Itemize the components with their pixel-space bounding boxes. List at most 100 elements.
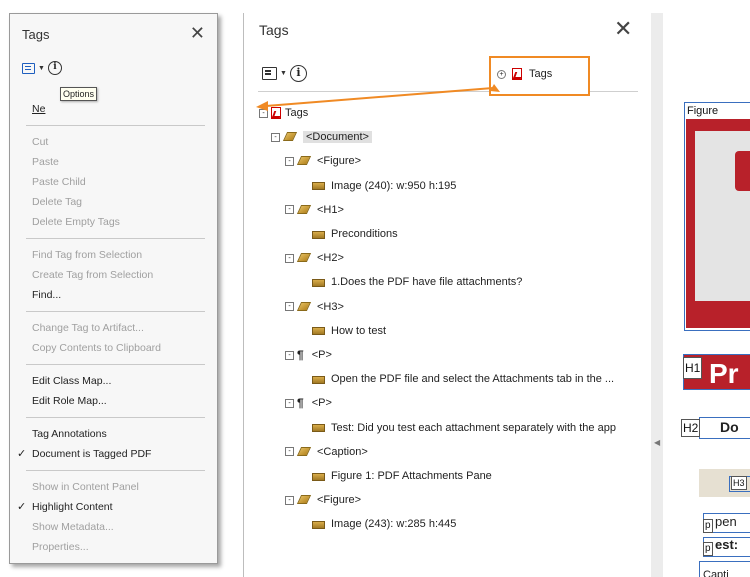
tree-tag-node[interactable]: - <Figure> (285, 151, 361, 171)
menu-item-delete-empty-tags: Delete Empty Tags (10, 212, 217, 232)
menu-item-edit-role-map[interactable]: Edit Role Map... (10, 391, 217, 411)
tree-tag-node[interactable]: - <H1> (285, 200, 344, 220)
content-box-icon (311, 180, 326, 191)
menu-item-label: Paste (32, 156, 59, 168)
tree-node-label: 1.Does the PDF have file attachments? (331, 276, 523, 289)
tree-tag-node[interactable]: - ¶ <P> (285, 393, 332, 413)
tree-content-item[interactable]: Preconditions (311, 224, 398, 244)
figure-tag-box: Figure (684, 102, 750, 331)
tree-content-item[interactable]: 1.Does the PDF have file attachments? (311, 272, 522, 292)
menu-item-label: Find... (32, 289, 62, 301)
tree-tag-node[interactable]: - <H3> (285, 297, 344, 317)
collapse-icon[interactable]: - (285, 205, 294, 215)
tag-icon (297, 495, 312, 505)
options-menu-icon[interactable] (22, 62, 35, 74)
panel-title: Tags (259, 22, 289, 38)
tree-content-item[interactable]: Figure 1: PDF Attachments Pane (311, 466, 492, 486)
menu-item-cut: Cut (10, 132, 217, 152)
menu-item-find[interactable]: Find... (10, 285, 217, 305)
options-tooltip: Options (60, 87, 98, 101)
tag-icon (297, 302, 312, 312)
menu-item-edit-class-map[interactable]: Edit Class Map... (10, 371, 217, 391)
p1-text: pen (715, 514, 737, 529)
tree-tag-node[interactable]: - <Figure> (285, 490, 361, 510)
paragraph-icon: ¶ (297, 396, 304, 411)
collapse-panel-icon[interactable]: ◀ (654, 438, 660, 447)
menu-item-properties: Properties... (10, 537, 217, 557)
menu-separator (26, 364, 205, 365)
menu-separator (26, 311, 205, 312)
menu-item-label: Edit Role Map... (32, 395, 107, 407)
tree-node-label: How to test (331, 324, 387, 337)
collapse-icon[interactable]: - (285, 350, 294, 360)
tree-node-label: <H3> (317, 300, 344, 313)
menu-item-label: Change Tag to Artifact... (32, 322, 144, 334)
chevron-down-icon[interactable]: ▼ (280, 70, 287, 77)
menu-item-label: Show in Content Panel (32, 481, 139, 493)
menu-item-document-is-tagged-pdf[interactable]: ✓ Document is Tagged PDF (10, 444, 217, 464)
caption-text: Capti (703, 569, 729, 577)
menu-item-highlight-content[interactable]: ✓ Highlight Content (10, 497, 217, 517)
h1-tag-label: H1 (683, 357, 703, 379)
menu-item-show-in-content-panel: Show in Content Panel (10, 477, 217, 497)
chevron-down-icon[interactable]: ▼ (38, 65, 45, 72)
collapse-icon[interactable]: - (285, 495, 294, 505)
collapse-icon[interactable]: - (285, 253, 294, 263)
tag-icon (283, 132, 298, 142)
tree-node-label: <Figure> (317, 155, 362, 168)
tree-node-label: Preconditions (331, 228, 398, 240)
tree-tag-node[interactable]: - Tags (259, 103, 308, 123)
content-box-icon (311, 374, 326, 385)
menu-separator (26, 125, 205, 126)
tree-node-label: Tags (285, 107, 309, 119)
tree-content-item[interactable]: Test: Did you test each attachment separ… (311, 418, 616, 438)
p1-tag-label: p (703, 519, 713, 533)
tree-tag-node[interactable]: - <Caption> (285, 442, 368, 462)
menu-item-label: Delete Empty Tags (32, 216, 120, 228)
h2-text: Do (720, 419, 739, 435)
panel-splitter[interactable] (651, 13, 663, 577)
content-box-icon (311, 325, 326, 336)
menu-item-tag-annotations[interactable]: Tag Annotations (10, 424, 217, 444)
tree-node-label: Test: Did you test each attachment separ… (331, 421, 616, 434)
menu-item-label: Create Tag from Selection (32, 269, 154, 281)
collapse-icon[interactable]: - (285, 447, 294, 457)
info-icon[interactable]: i (47, 61, 62, 75)
tree-node-label: <H1> (317, 203, 344, 216)
h2-tag-label: H2 (681, 419, 701, 437)
tree-content-item[interactable]: Image (243): w:285 h:445 (311, 514, 456, 534)
menu-item-label: Ne (32, 103, 46, 115)
callout-label: Tags (529, 68, 553, 80)
tree-content-item[interactable]: Open the PDF file and select the Attachm… (311, 369, 614, 389)
options-menu-icon[interactable] (262, 67, 277, 80)
tag-icon (297, 447, 312, 457)
collapse-icon[interactable]: - (285, 398, 294, 408)
collapse-icon[interactable]: - (271, 132, 280, 142)
tree-content-item[interactable]: How to test (311, 321, 386, 341)
tree-node-label: <H2> (317, 252, 344, 265)
menu-item-label: Cut (32, 136, 49, 148)
menu-item-new-tag[interactable]: Ne (10, 99, 217, 119)
close-icon[interactable]: ✕ (614, 16, 632, 42)
checkmark-icon: ✓ (17, 501, 27, 513)
tag-icon (297, 205, 312, 215)
tree-tag-node[interactable]: - <H2> (285, 248, 344, 268)
close-icon[interactable]: ✕ (190, 23, 205, 44)
menu-item-paste: Paste (10, 152, 217, 172)
expand-icon: + (497, 69, 506, 79)
tree-content-item[interactable]: Image (240): w:950 h:195 (311, 176, 456, 196)
figure-detail (735, 151, 750, 191)
menu-item-change-tag-to-artifact: Change Tag to Artifact... (10, 318, 217, 338)
tree-tag-node[interactable]: - <Document> (271, 127, 372, 147)
blank-area (269, 538, 389, 577)
collapse-icon[interactable]: - (285, 302, 294, 312)
menu-item-label: Delete Tag (32, 196, 83, 208)
info-icon[interactable]: i (289, 65, 307, 82)
menu-item-label: Document is Tagged PDF (32, 448, 152, 460)
tags-options-panel: Tags ✕ ▼ i Ne Cut Paste Paste Child Delete … (9, 13, 218, 564)
collapse-icon[interactable]: - (285, 156, 294, 166)
tree-node-label: Image (243): w:285 h:445 (331, 518, 457, 531)
paragraph-icon: ¶ (297, 348, 304, 362)
collapse-icon[interactable]: - (259, 108, 268, 118)
tree-tag-node[interactable]: - ¶ <P> (285, 345, 332, 365)
